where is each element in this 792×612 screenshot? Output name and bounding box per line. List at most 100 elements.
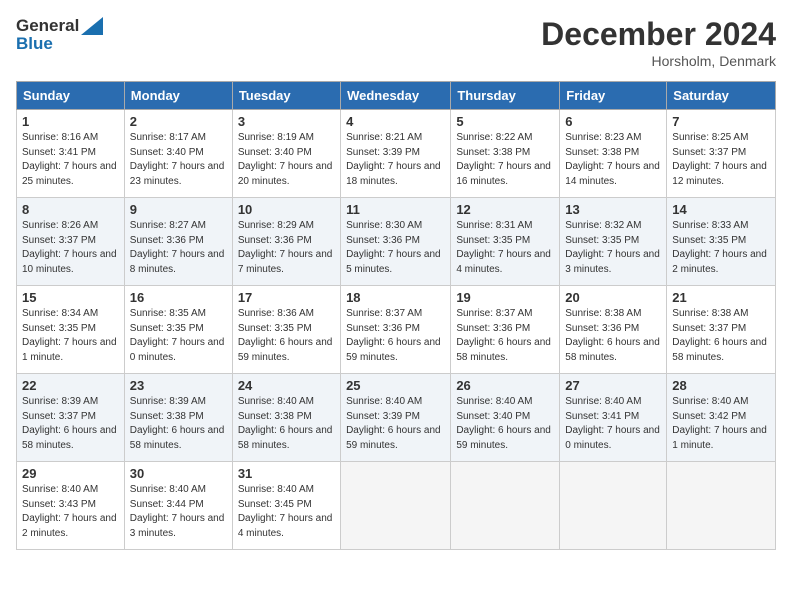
day-number: 13: [565, 202, 661, 217]
cell-info: Sunrise: 8:37 AMSunset: 3:36 PMDaylight:…: [346, 308, 441, 363]
day-number: 30: [130, 466, 227, 481]
calendar-cell: 20 Sunrise: 8:38 AMSunset: 3:36 PMDayligh…: [560, 286, 667, 374]
title-area: December 2024 Horsholm, Denmark: [541, 16, 776, 69]
day-number: 5: [456, 114, 554, 129]
cell-info: Sunrise: 8:40 AMSunset: 3:45 PMDaylight:…: [238, 484, 333, 539]
day-number: 18: [346, 290, 445, 305]
col-thursday: Thursday: [451, 82, 560, 110]
calendar-cell: 8 Sunrise: 8:26 AMSunset: 3:37 PMDaylight…: [17, 198, 125, 286]
calendar-week-row: 1 Sunrise: 8:16 AMSunset: 3:41 PMDaylight…: [17, 110, 776, 198]
day-number: 26: [456, 378, 554, 393]
day-number: 20: [565, 290, 661, 305]
day-number: 31: [238, 466, 335, 481]
calendar-cell: 30 Sunrise: 8:40 AMSunset: 3:44 PMDayligh…: [124, 462, 232, 550]
cell-info: Sunrise: 8:27 AMSunset: 3:36 PMDaylight:…: [130, 220, 225, 275]
cell-info: Sunrise: 8:32 AMSunset: 3:35 PMDaylight:…: [565, 220, 660, 275]
cell-info: Sunrise: 8:21 AMSunset: 3:39 PMDaylight:…: [346, 132, 441, 187]
cell-info: Sunrise: 8:38 AMSunset: 3:36 PMDaylight:…: [565, 308, 660, 363]
header: General Blue December 2024 Horsholm, Den…: [16, 16, 776, 69]
calendar-cell: [560, 462, 667, 550]
col-monday: Monday: [124, 82, 232, 110]
logo-general-text: General: [16, 16, 79, 36]
calendar-cell: 14 Sunrise: 8:33 AMSunset: 3:35 PMDayligh…: [667, 198, 776, 286]
calendar-cell: 5 Sunrise: 8:22 AMSunset: 3:38 PMDaylight…: [451, 110, 560, 198]
cell-info: Sunrise: 8:40 AMSunset: 3:39 PMDaylight:…: [346, 396, 441, 451]
cell-info: Sunrise: 8:40 AMSunset: 3:44 PMDaylight:…: [130, 484, 225, 539]
cell-info: Sunrise: 8:17 AMSunset: 3:40 PMDaylight:…: [130, 132, 225, 187]
cell-info: Sunrise: 8:29 AMSunset: 3:36 PMDaylight:…: [238, 220, 333, 275]
logo-container: General Blue: [16, 16, 103, 54]
day-number: 3: [238, 114, 335, 129]
calendar-cell: 4 Sunrise: 8:21 AMSunset: 3:39 PMDaylight…: [341, 110, 451, 198]
calendar-header-row: Sunday Monday Tuesday Wednesday Thursday…: [17, 82, 776, 110]
calendar-week-row: 8 Sunrise: 8:26 AMSunset: 3:37 PMDaylight…: [17, 198, 776, 286]
cell-info: Sunrise: 8:40 AMSunset: 3:41 PMDaylight:…: [565, 396, 660, 451]
logo-flag-icon: [81, 17, 103, 35]
cell-info: Sunrise: 8:40 AMSunset: 3:43 PMDaylight:…: [22, 484, 117, 539]
day-number: 23: [130, 378, 227, 393]
day-number: 27: [565, 378, 661, 393]
cell-info: Sunrise: 8:40 AMSunset: 3:38 PMDaylight:…: [238, 396, 333, 451]
cell-info: Sunrise: 8:36 AMSunset: 3:35 PMDaylight:…: [238, 308, 333, 363]
cell-info: Sunrise: 8:25 AMSunset: 3:37 PMDaylight:…: [672, 132, 767, 187]
day-number: 14: [672, 202, 770, 217]
cell-info: Sunrise: 8:19 AMSunset: 3:40 PMDaylight:…: [238, 132, 333, 187]
cell-info: Sunrise: 8:23 AMSunset: 3:38 PMDaylight:…: [565, 132, 660, 187]
day-number: 22: [22, 378, 119, 393]
calendar-cell: 6Sunrise: 8:23 AMSunset: 3:38 PMDaylight…: [560, 110, 667, 198]
cell-info: Sunrise: 8:30 AMSunset: 3:36 PMDaylight:…: [346, 220, 441, 275]
day-number: 8: [22, 202, 119, 217]
cell-info: Sunrise: 8:40 AMSunset: 3:42 PMDaylight:…: [672, 396, 767, 451]
col-friday: Friday: [560, 82, 667, 110]
day-number: 11: [346, 202, 445, 217]
calendar-cell: 13 Sunrise: 8:32 AMSunset: 3:35 PMDayligh…: [560, 198, 667, 286]
cell-info: Sunrise: 8:33 AMSunset: 3:35 PMDaylight:…: [672, 220, 767, 275]
cell-info: Sunrise: 8:39 AMSunset: 3:37 PMDaylight:…: [22, 396, 117, 451]
cell-info: Sunrise: 8:31 AMSunset: 3:35 PMDaylight:…: [456, 220, 551, 275]
cell-info: Sunrise: 8:39 AMSunset: 3:38 PMDaylight:…: [130, 396, 225, 451]
cell-info: Sunrise: 8:40 AMSunset: 3:40 PMDaylight:…: [456, 396, 551, 451]
day-number: 29: [22, 466, 119, 481]
day-number: 12: [456, 202, 554, 217]
calendar-cell: 29 Sunrise: 8:40 AMSunset: 3:43 PMDayligh…: [17, 462, 125, 550]
day-number: 17: [238, 290, 335, 305]
calendar-cell: 25 Sunrise: 8:40 AMSunset: 3:39 PMDayligh…: [341, 374, 451, 462]
day-number: 7: [672, 114, 770, 129]
calendar-cell: 9 Sunrise: 8:27 AMSunset: 3:36 PMDaylight…: [124, 198, 232, 286]
calendar-cell: 2 Sunrise: 8:17 AMSunset: 3:40 PMDaylight…: [124, 110, 232, 198]
calendar-cell: 22 Sunrise: 8:39 AMSunset: 3:37 PMDayligh…: [17, 374, 125, 462]
day-number: 21: [672, 290, 770, 305]
logo-blue-label: Blue: [16, 34, 53, 54]
calendar-cell: 10 Sunrise: 8:29 AMSunset: 3:36 PMDayligh…: [232, 198, 340, 286]
calendar-week-row: 22 Sunrise: 8:39 AMSunset: 3:37 PMDayligh…: [17, 374, 776, 462]
day-number: 28: [672, 378, 770, 393]
calendar-week-row: 15Sunrise: 8:34 AMSunset: 3:35 PMDayligh…: [17, 286, 776, 374]
day-number: 10: [238, 202, 335, 217]
cell-info: Sunrise: 8:34 AMSunset: 3:35 PMDaylight:…: [22, 308, 117, 363]
calendar-cell: 19Sunrise: 8:37 AMSunset: 3:36 PMDayligh…: [451, 286, 560, 374]
cell-info: Sunrise: 8:26 AMSunset: 3:37 PMDaylight:…: [22, 220, 117, 275]
calendar-cell: 28 Sunrise: 8:40 AMSunset: 3:42 PMDayligh…: [667, 374, 776, 462]
day-number: 25: [346, 378, 445, 393]
cell-info: Sunrise: 8:16 AMSunset: 3:41 PMDaylight:…: [22, 132, 117, 187]
calendar-cell: [341, 462, 451, 550]
col-wednesday: Wednesday: [341, 82, 451, 110]
calendar-cell: 3 Sunrise: 8:19 AMSunset: 3:40 PMDaylight…: [232, 110, 340, 198]
calendar-cell: 21 Sunrise: 8:38 AMSunset: 3:37 PMDayligh…: [667, 286, 776, 374]
day-number: 4: [346, 114, 445, 129]
calendar-cell: 23 Sunrise: 8:39 AMSunset: 3:38 PMDayligh…: [124, 374, 232, 462]
cell-info: Sunrise: 8:38 AMSunset: 3:37 PMDaylight:…: [672, 308, 767, 363]
day-number: 9: [130, 202, 227, 217]
calendar-week-row: 29 Sunrise: 8:40 AMSunset: 3:43 PMDayligh…: [17, 462, 776, 550]
calendar-cell: [667, 462, 776, 550]
calendar-cell: [451, 462, 560, 550]
col-tuesday: Tuesday: [232, 82, 340, 110]
day-number: 2: [130, 114, 227, 129]
calendar-cell: 12 Sunrise: 8:31 AMSunset: 3:35 PMDayligh…: [451, 198, 560, 286]
calendar-cell: 24Sunrise: 8:40 AMSunset: 3:38 PMDayligh…: [232, 374, 340, 462]
cell-info: Sunrise: 8:22 AMSunset: 3:38 PMDaylight:…: [456, 132, 551, 187]
calendar-cell: 7 Sunrise: 8:25 AMSunset: 3:37 PMDaylight…: [667, 110, 776, 198]
day-number: 1: [22, 114, 119, 129]
calendar-cell: 1 Sunrise: 8:16 AMSunset: 3:41 PMDaylight…: [17, 110, 125, 198]
calendar-table: Sunday Monday Tuesday Wednesday Thursday…: [16, 81, 776, 550]
